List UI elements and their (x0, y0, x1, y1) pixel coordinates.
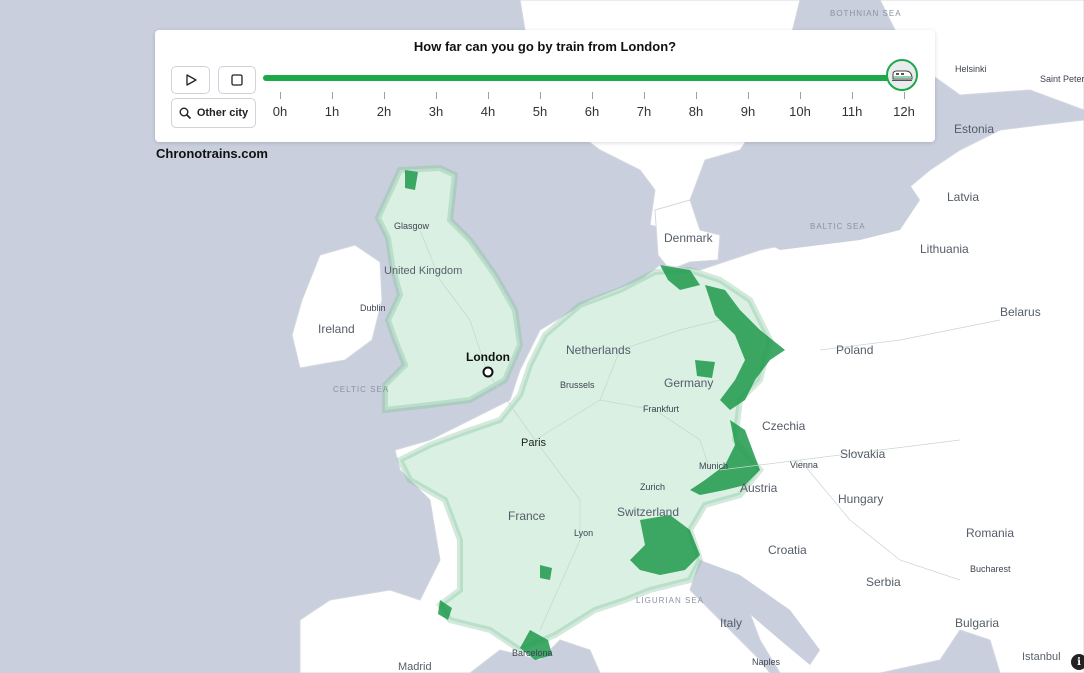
timeline-tick-label[interactable]: 4h (473, 104, 503, 119)
timeline-handle[interactable] (886, 59, 918, 91)
label-croatia: Croatia (768, 543, 807, 557)
timeline-tick (332, 92, 333, 99)
label-ireland: Ireland (318, 322, 355, 336)
label-munich: Munich (699, 461, 728, 471)
label-denmark: Denmark (664, 231, 714, 245)
timeline-slider[interactable] (263, 75, 903, 81)
timeline-tick-label[interactable]: 3h (421, 104, 451, 119)
label-istanbul: Istanbul (1022, 651, 1061, 663)
label-bothnian-sea: BOTHNIAN SEA (830, 9, 902, 18)
timeline-tick (488, 92, 489, 99)
info-icon[interactable]: i (1071, 654, 1084, 670)
label-france: France (508, 509, 546, 523)
label-netherlands: Netherlands (566, 343, 631, 357)
timeline-tick (748, 92, 749, 99)
label-lithuania: Lithuania (920, 242, 969, 256)
label-italy: Italy (720, 616, 742, 630)
label-glasgow: Glasgow (394, 221, 430, 231)
label-bucharest: Bucharest (970, 564, 1011, 574)
play-button[interactable] (171, 66, 210, 94)
other-city-button[interactable]: Other city (171, 98, 256, 128)
timeline-tick-label[interactable]: 10h (785, 104, 815, 119)
panel-title: How far can you go by train from London? (413, 39, 677, 54)
timeline-tick (540, 92, 541, 99)
timeline-tick (644, 92, 645, 99)
timeline-tick-label[interactable]: 1h (317, 104, 347, 119)
timeline-tick-label[interactable]: 2h (369, 104, 399, 119)
label-latvia: Latvia (947, 190, 979, 204)
brand-label: Chronotrains.com (156, 146, 268, 161)
label-vienna: Vienna (790, 460, 818, 470)
label-hungary: Hungary (838, 492, 883, 506)
timeline-tick (696, 92, 697, 99)
label-baltic-sea: BALTIC SEA (810, 222, 866, 231)
timeline-tick-label[interactable]: 0h (265, 104, 295, 119)
timeline-tick-label[interactable]: 7h (629, 104, 659, 119)
label-estonia: Estonia (954, 122, 994, 136)
timeline-tick-label[interactable]: 8h (681, 104, 711, 119)
train-icon (892, 70, 913, 81)
label-dublin: Dublin (360, 303, 386, 313)
stop-icon (231, 74, 243, 86)
label-london: London (466, 350, 510, 364)
timeline-tick (800, 92, 801, 99)
timeline-tick-label[interactable]: 5h (525, 104, 555, 119)
timeline-tick (904, 92, 905, 99)
label-romania: Romania (966, 526, 1014, 540)
london-marker[interactable] (482, 366, 494, 378)
label-bulgaria: Bulgaria (955, 616, 999, 630)
label-belarus: Belarus (1000, 305, 1041, 319)
label-celtic-sea: CELTIC SEA (333, 385, 389, 394)
label-naples: Naples (752, 657, 781, 667)
label-poland: Poland (836, 343, 873, 357)
label-barcelona: Barcelona (512, 648, 553, 658)
timeline-progress (263, 75, 903, 81)
timeline-tick (592, 92, 593, 99)
control-panel: How far can you go by train from London?… (155, 30, 935, 142)
other-city-label: Other city (196, 107, 249, 119)
label-slovakia: Slovakia (840, 447, 886, 461)
label-lyon: Lyon (574, 528, 593, 538)
timeline-tick (280, 92, 281, 99)
timeline-tick-label[interactable]: 12h (889, 104, 919, 119)
label-united-kingdom: United Kingdom (384, 265, 462, 277)
label-paris: Paris (521, 437, 547, 449)
label-helsinki: Helsinki (955, 64, 987, 74)
label-czechia: Czechia (762, 419, 806, 433)
label-ligurian-sea: LIGURIAN SEA (636, 596, 704, 605)
label-serbia: Serbia (866, 575, 901, 589)
timeline-tick (384, 92, 385, 99)
label-zurich: Zurich (640, 482, 665, 492)
play-icon (185, 74, 197, 86)
label-germany: Germany (664, 376, 713, 390)
label-brussels: Brussels (560, 380, 595, 390)
label-switzerland: Switzerland (617, 505, 679, 519)
timeline-tick (852, 92, 853, 99)
timeline-tick (436, 92, 437, 99)
timeline-tick-label[interactable]: 9h (733, 104, 763, 119)
label-saint-petersburg: Saint Petersbu (1040, 74, 1084, 84)
timeline-tick-label[interactable]: 11h (837, 104, 867, 119)
search-icon (179, 107, 191, 119)
label-madrid: Madrid (398, 661, 432, 673)
stop-button[interactable] (218, 66, 256, 94)
timeline-tick-label[interactable]: 6h (577, 104, 607, 119)
label-austria: Austria (740, 481, 778, 495)
label-frankfurt: Frankfurt (643, 404, 680, 414)
